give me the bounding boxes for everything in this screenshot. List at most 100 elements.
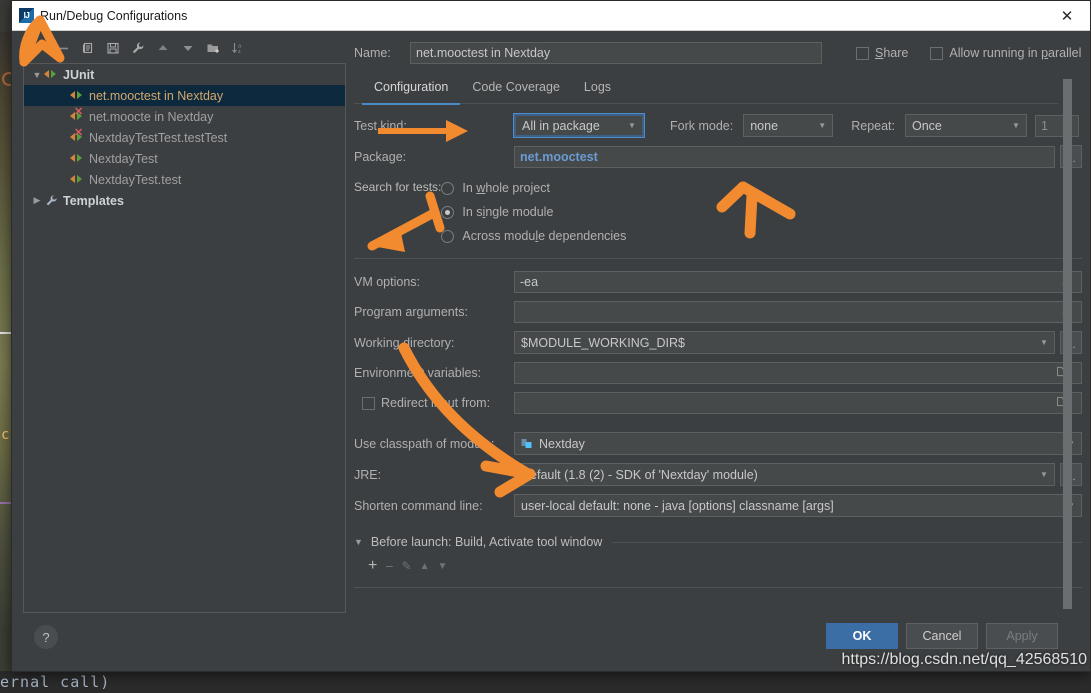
chevron-down-icon[interactable]: ▼ (1034, 338, 1054, 347)
junit-error-icon: ✕ (70, 128, 84, 144)
radio-label: In single module (462, 205, 554, 219)
radio-in-single-module[interactable]: In single module (441, 200, 1082, 224)
tree-group-junit[interactable]: ▼ JUnit (24, 64, 345, 85)
chevron-down-icon[interactable]: ▼ (1034, 470, 1054, 479)
move-down-button[interactable] (177, 37, 199, 59)
chevron-down-icon[interactable]: ▼ (354, 537, 363, 547)
name-input[interactable]: net.mooctest in Nextday (410, 42, 822, 64)
radio-label: In whole project (462, 181, 550, 195)
radio-label: Across module dependencies (462, 229, 627, 243)
environment-variables-label: Environment variables: (354, 366, 482, 380)
radio-in-whole-project[interactable]: In whole project (441, 176, 1082, 200)
close-icon[interactable]: ✕ (1044, 1, 1090, 30)
ok-button[interactable]: OK (826, 623, 898, 649)
test-kind-row: Test kind: All in package ▼ Fork mode: n… (354, 113, 1082, 138)
vm-options-input[interactable]: -ea ⤢ (514, 271, 1082, 293)
search-for-tests-options: In whole project In single module Across… (441, 176, 1082, 248)
wrench-icon[interactable] (127, 37, 149, 59)
before-launch-move-down-button: ▼ (437, 560, 448, 572)
cancel-button[interactable]: Cancel (906, 623, 978, 649)
configuration-tree[interactable]: ▼ JUnit net.mooctest in Nextday ✕ net.mo… (23, 63, 346, 613)
dialog-title: Run/Debug Configurations (40, 8, 188, 23)
help-button[interactable]: ? (34, 625, 58, 649)
configuration-tree-panel: a z ▼ JUnit net.mooctest in Nextday ✕ ne… (23, 35, 346, 613)
before-launch-bottom-rule (354, 587, 1082, 588)
use-classpath-value: Nextday (539, 436, 585, 451)
checkbox-box[interactable] (930, 46, 944, 60)
chevron-down-icon[interactable]: ▼ (622, 121, 642, 130)
tree-item-net-moocte-in-nextday[interactable]: ✕ net.moocte in Nextday (24, 106, 345, 127)
sort-configurations-button[interactable]: a z (227, 37, 249, 59)
remove-configuration-button[interactable] (52, 37, 74, 59)
search-for-tests-label: Search for tests: (354, 180, 442, 194)
tree-item-nextdaytest-test[interactable]: NextdayTest.test (24, 169, 345, 190)
environment-variables-row: Environment variables: (354, 362, 1082, 384)
use-classpath-select[interactable]: Nextday ▼ (514, 432, 1082, 455)
package-row: Package: net.mooctest ... (354, 145, 1082, 168)
share-checkbox[interactable]: Share (856, 46, 908, 60)
shorten-command-line-row: Shorten command line: user-local default… (354, 494, 1082, 517)
chevron-down-icon[interactable]: ▼ (30, 70, 44, 80)
before-launch-add-button[interactable]: + (368, 557, 377, 575)
redirect-input-field[interactable] (514, 392, 1082, 414)
allow-parallel-checkbox[interactable]: Allow running in parallel (930, 46, 1081, 60)
copy-configuration-button[interactable] (77, 37, 99, 59)
settings-scrollbar[interactable] (1063, 79, 1072, 609)
checkbox-box[interactable] (362, 396, 375, 410)
package-input[interactable]: net.mooctest (514, 145, 1055, 168)
tree-item-nextdaytest[interactable]: NextdayTest (24, 148, 345, 169)
junit-icon (70, 173, 84, 186)
tree-item-label: NextdayTestTest.testTest (89, 130, 228, 145)
radio-indicator[interactable] (441, 181, 455, 195)
tree-item-net-mooctest-in-nextday[interactable]: net.mooctest in Nextday (24, 85, 345, 106)
junit-icon (70, 89, 84, 102)
repeat-select[interactable]: Once ▼ (905, 114, 1027, 137)
watermark-url: https://blog.csdn.net/qq_42568510 (841, 651, 1087, 668)
share-label: Share (875, 46, 909, 60)
test-kind-select[interactable]: All in package ▼ (513, 113, 645, 138)
working-directory-select[interactable]: $MODULE_WORKING_DIR$ ▼ (514, 331, 1055, 354)
chevron-down-icon[interactable]: ▼ (1006, 121, 1026, 130)
jre-label: JRE: (354, 467, 382, 482)
environment-variables-input[interactable] (514, 362, 1082, 384)
configuration-settings-panel: Name: net.mooctest in Nextday Share Allo… (354, 35, 1082, 613)
radio-across-module-dependencies[interactable]: Across module dependencies (441, 224, 1082, 248)
radio-indicator-selected[interactable] (441, 205, 455, 219)
chevron-down-icon[interactable]: ▼ (812, 121, 832, 130)
run-debug-configurations-dialog: IJ Run/Debug Configurations ✕ a z ▼ JUni… (11, 0, 1091, 672)
vm-options-value: -ea (520, 275, 539, 289)
program-arguments-input[interactable]: ⤢ (514, 301, 1082, 323)
move-up-button[interactable] (152, 37, 174, 59)
checkbox-box[interactable] (856, 46, 869, 60)
before-launch-rule (612, 541, 1082, 543)
save-configuration-button[interactable] (102, 37, 124, 59)
tab-configuration[interactable]: Configuration (362, 75, 461, 105)
apply-button[interactable]: Apply (986, 623, 1058, 649)
tree-item-nextdaytesttest-testtest[interactable]: ✕ NextdayTestTest.testTest (24, 127, 345, 148)
tab-code-coverage[interactable]: Code Coverage (460, 75, 572, 103)
redirect-input-checkbox[interactable]: Redirect input from: (354, 396, 514, 410)
vm-options-row: VM options: -ea ⤢ (354, 271, 1082, 293)
program-arguments-row: Program arguments: ⤢ (354, 301, 1082, 323)
tree-group-label: JUnit (63, 67, 95, 82)
settings-tabs: Configuration Code Coverage Logs (354, 75, 1082, 105)
repeat-count-input[interactable]: 1 (1035, 114, 1079, 137)
before-launch-move-up-button: ▲ (419, 560, 430, 572)
fork-mode-select[interactable]: none ▼ (743, 114, 834, 137)
chevron-right-icon[interactable]: ▶ (30, 195, 44, 206)
new-folder-button[interactable] (202, 37, 224, 59)
add-configuration-button[interactable] (27, 37, 49, 59)
shorten-command-line-select[interactable]: user-local default: none - java [options… (514, 494, 1082, 517)
radio-indicator[interactable] (441, 229, 455, 243)
scrollbar-thumb[interactable] (1063, 79, 1072, 609)
intellij-logo-icon: IJ (19, 8, 34, 23)
before-launch-header[interactable]: ▼ Before launch: Build, Activate tool wi… (354, 535, 1082, 549)
section-divider (354, 258, 1082, 259)
tab-logs[interactable]: Logs (572, 75, 623, 103)
shorten-command-line-value: user-local default: none - java [options… (521, 498, 834, 513)
tree-group-templates[interactable]: ▶ Templates (24, 190, 345, 211)
working-directory-label: Working directory: (354, 335, 455, 350)
jre-select[interactable]: Default (1.8 (2) - SDK of 'Nextday' modu… (514, 463, 1055, 486)
tree-toolbar: a z (23, 35, 346, 61)
search-for-tests-row: Search for tests: In whole project In si… (354, 176, 1082, 248)
